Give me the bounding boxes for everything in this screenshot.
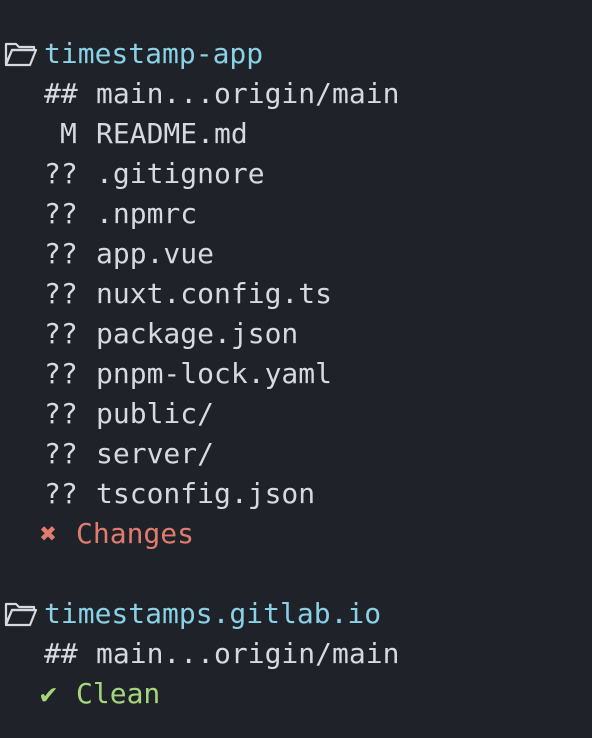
folder-open-icon bbox=[4, 34, 44, 74]
status-code: ?? bbox=[44, 397, 78, 430]
status-entry: ?? package.json bbox=[44, 314, 298, 354]
file-path: package.json bbox=[96, 317, 299, 350]
status-label: Clean bbox=[76, 677, 161, 710]
file-path: server/ bbox=[96, 437, 215, 470]
repo-name: timestamps.gitlab.io bbox=[44, 597, 382, 630]
status-label: Changes bbox=[76, 517, 195, 550]
status-code: ?? bbox=[44, 277, 78, 310]
branch-name: main...origin/main bbox=[96, 77, 400, 110]
file-path: pnpm-lock.yaml bbox=[96, 357, 333, 390]
status-code: ?? bbox=[44, 197, 78, 230]
file-path: .gitignore bbox=[96, 157, 265, 190]
file-path: README.md bbox=[96, 117, 248, 150]
repo-status-clean: ✔ Clean bbox=[40, 674, 160, 714]
status-code: ?? bbox=[44, 157, 78, 190]
cross-mark-icon: ✖ bbox=[40, 517, 57, 550]
branch-name: main...origin/main bbox=[96, 637, 400, 670]
file-path: tsconfig.json bbox=[96, 477, 316, 510]
status-code: M bbox=[60, 117, 77, 150]
status-entry: ?? server/ bbox=[44, 434, 214, 474]
branch-line: ## main...origin/main bbox=[44, 74, 399, 114]
check-mark-icon: ✔ bbox=[40, 677, 57, 710]
repo-name: timestamp-app bbox=[44, 37, 264, 70]
status-entry: ?? .gitignore bbox=[44, 154, 265, 194]
status-entry: ?? public/ bbox=[44, 394, 214, 434]
status-entry: ?? nuxt.config.ts bbox=[44, 274, 332, 314]
repo-status-changes: ✖ Changes bbox=[40, 514, 194, 554]
status-code: ?? bbox=[44, 317, 78, 350]
branch-marker: ## bbox=[44, 77, 78, 110]
file-path: app.vue bbox=[96, 237, 215, 270]
file-path: public/ bbox=[96, 397, 215, 430]
repo-header: timestamps.gitlab.io bbox=[4, 594, 381, 634]
status-code: ?? bbox=[44, 237, 78, 270]
status-entry: ?? tsconfig.json bbox=[44, 474, 315, 514]
folder-open-icon bbox=[4, 594, 44, 634]
status-code: ?? bbox=[44, 477, 78, 510]
repo-header: timestamp-app bbox=[4, 34, 263, 74]
status-code: ?? bbox=[44, 437, 78, 470]
file-path: nuxt.config.ts bbox=[96, 277, 333, 310]
status-entry: ?? app.vue bbox=[44, 234, 214, 274]
branch-marker: ## bbox=[44, 637, 78, 670]
status-entry: ?? pnpm-lock.yaml bbox=[44, 354, 332, 394]
branch-line: ## main...origin/main bbox=[44, 634, 399, 674]
status-code: ?? bbox=[44, 357, 78, 390]
status-entry: ?? .npmrc bbox=[44, 194, 197, 234]
file-path: .npmrc bbox=[96, 197, 198, 230]
terminal-window[interactable]: timestamp-app ## main...origin/main M READ… bbox=[0, 0, 592, 738]
status-entry: M README.md bbox=[44, 114, 248, 154]
